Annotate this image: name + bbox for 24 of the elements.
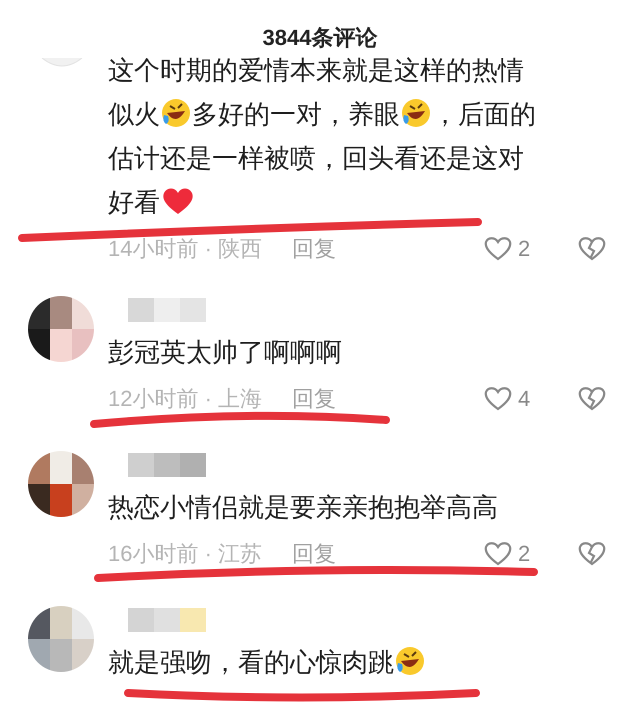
laughing-face-icon bbox=[401, 98, 431, 128]
reply-button[interactable]: 回复 bbox=[292, 232, 336, 264]
reply-button[interactable]: 回复 bbox=[292, 382, 336, 414]
heart-icon bbox=[162, 186, 194, 216]
laughing-face-icon bbox=[395, 646, 425, 676]
comment-time-location: 12小时前 · 上海 bbox=[108, 384, 262, 412]
comment-text: 热恋小情侣就是要亲亲抱抱举高高 bbox=[108, 491, 499, 524]
broken-heart-icon[interactable] bbox=[578, 540, 606, 566]
comment-count-title: 3844条评论 bbox=[262, 24, 378, 52]
broken-heart-icon[interactable] bbox=[578, 235, 606, 261]
heart-outline-icon[interactable] bbox=[484, 540, 512, 566]
reply-button[interactable]: 回复 bbox=[292, 536, 336, 570]
broken-heart-icon[interactable] bbox=[578, 385, 606, 411]
like-count: 4 bbox=[518, 384, 532, 412]
laughing-face-icon bbox=[161, 98, 191, 128]
comment-text: 就是强吻，看的心惊肉跳 bbox=[108, 640, 640, 684]
comment-time-location: 16小时前 · 江苏 bbox=[108, 540, 262, 568]
comment-text: 彭冠英太帅了啊啊啊 bbox=[108, 336, 343, 369]
comment-time-location: 14小时前 · 陕西 bbox=[108, 234, 262, 262]
comment-text: 这个时期的爱情本来就是这样的热情似火 多好的一对，养眼 ，后面的估计还是一样被喷，回头看还是这对好看 bbox=[108, 54, 537, 219]
like-count: 2 bbox=[518, 540, 532, 568]
heart-outline-icon[interactable] bbox=[484, 235, 512, 261]
heart-outline-icon[interactable] bbox=[484, 385, 512, 411]
like-count: 2 bbox=[518, 234, 532, 262]
